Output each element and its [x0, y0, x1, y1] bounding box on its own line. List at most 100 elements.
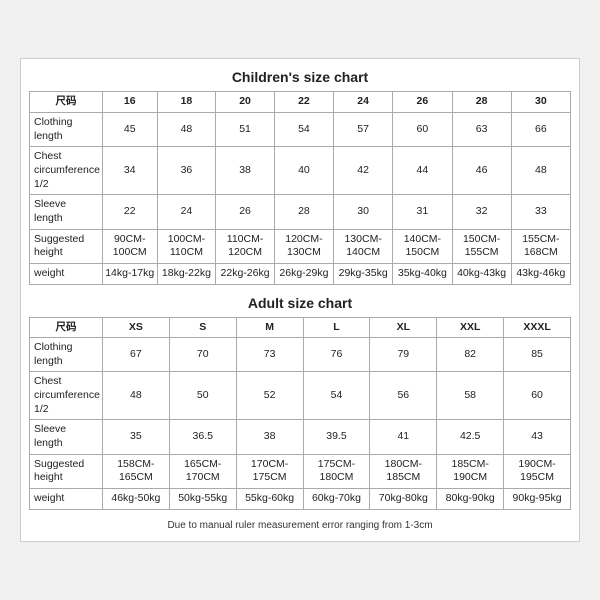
table-cell: 31 — [393, 195, 452, 229]
table-cell: 14kg-17kg — [102, 263, 157, 284]
table-cell: 18kg-22kg — [157, 263, 216, 284]
table-cell: 158CM-165CM — [102, 454, 169, 488]
column-header: 尺码 — [30, 92, 103, 113]
table-cell: 38 — [236, 420, 303, 454]
table-cell: 26 — [216, 195, 274, 229]
table-cell: 63 — [452, 113, 511, 147]
table-row: Suggested height158CM-165CM165CM-170CM 17… — [30, 454, 571, 488]
table-cell: 36.5 — [169, 420, 236, 454]
column-header: 16 — [102, 92, 157, 113]
column-header: XL — [370, 317, 437, 338]
table-cell: 34 — [102, 147, 157, 195]
row-label: Suggested height — [30, 454, 103, 488]
table-cell: 32 — [452, 195, 511, 229]
table-cell: 70 — [169, 338, 236, 372]
table-cell: 190CM-195CM — [504, 454, 571, 488]
column-header: XXXL — [504, 317, 571, 338]
table-cell: 66 — [511, 113, 570, 147]
table-cell: 165CM-170CM — [169, 454, 236, 488]
table-cell: 39.5 — [303, 420, 370, 454]
adult-chart-title: Adult size chart — [29, 295, 571, 311]
table-cell: 180CM-185CM — [370, 454, 437, 488]
table-cell: 48 — [102, 372, 169, 420]
table-row: Suggested height90CM-100CM100CM-110CM110… — [30, 229, 571, 263]
table-cell: 130CM-140CM — [334, 229, 393, 263]
table-cell: 52 — [236, 372, 303, 420]
table-cell: 73 — [236, 338, 303, 372]
column-header: 18 — [157, 92, 216, 113]
row-label: weight — [30, 488, 103, 509]
adult-size-table: 尺码XSSMLXLXXLXXXL Clothing length67707376… — [29, 317, 571, 510]
column-header: 22 — [274, 92, 333, 113]
table-cell: 54 — [274, 113, 333, 147]
table-cell: 100CM-110CM — [157, 229, 216, 263]
row-label: Chest circumference 1/2 — [30, 147, 103, 195]
table-cell: 140CM-150CM — [393, 229, 452, 263]
table-cell: 80kg-90kg — [437, 488, 504, 509]
table-cell: 40kg-43kg — [452, 263, 511, 284]
table-cell: 48 — [157, 113, 216, 147]
column-header: L — [303, 317, 370, 338]
table-cell: 43kg-46kg — [511, 263, 570, 284]
table-row: Clothing length4548515457606366 — [30, 113, 571, 147]
table-cell: 50 — [169, 372, 236, 420]
table-cell: 30 — [334, 195, 393, 229]
column-header: 28 — [452, 92, 511, 113]
table-cell: 58 — [437, 372, 504, 420]
column-header: 30 — [511, 92, 570, 113]
table-cell: 26kg-29kg — [274, 263, 333, 284]
children-chart-title: Children's size chart — [29, 69, 571, 85]
row-label: Sleeve length — [30, 195, 103, 229]
table-row: Chest circumference 1/248505254565860 — [30, 372, 571, 420]
table-cell: 110CM-120CM — [216, 229, 274, 263]
footer-note: Due to manual ruler measurement error ra… — [29, 520, 571, 531]
table-cell: 90kg-95kg — [504, 488, 571, 509]
table-cell: 120CM-130CM — [274, 229, 333, 263]
table-row: Sleeve length2224262830313233 — [30, 195, 571, 229]
children-size-table: 尺码1618202224262830 Clothing length454851… — [29, 91, 571, 284]
table-cell: 44 — [393, 147, 452, 195]
column-header: S — [169, 317, 236, 338]
table-row: weight46kg-50kg50kg-55kg55kg-60kg60kg-70… — [30, 488, 571, 509]
table-row: Chest circumference 1/23436384042444648 — [30, 147, 571, 195]
table-row: Sleeve length3536.53839.54142.543 — [30, 420, 571, 454]
table-cell: 185CM-190CM — [437, 454, 504, 488]
row-label: Suggested height — [30, 229, 103, 263]
table-cell: 22kg-26kg — [216, 263, 274, 284]
table-cell: 76 — [303, 338, 370, 372]
table-cell: 46 — [452, 147, 511, 195]
column-header: XXL — [437, 317, 504, 338]
table-cell: 60 — [393, 113, 452, 147]
row-label: Clothing length — [30, 338, 103, 372]
table-cell: 50kg-55kg — [169, 488, 236, 509]
table-row: Clothing length67707376798285 — [30, 338, 571, 372]
table-cell: 54 — [303, 372, 370, 420]
table-cell: 55kg-60kg — [236, 488, 303, 509]
row-label: Clothing length — [30, 113, 103, 147]
table-cell: 175CM-180CM — [303, 454, 370, 488]
table-cell: 45 — [102, 113, 157, 147]
table-cell: 36 — [157, 147, 216, 195]
table-cell: 155CM-168CM — [511, 229, 570, 263]
row-label: weight — [30, 263, 103, 284]
column-header: 24 — [334, 92, 393, 113]
table-cell: 42 — [334, 147, 393, 195]
column-header: 尺码 — [30, 317, 103, 338]
column-header: XS — [102, 317, 169, 338]
table-cell: 24 — [157, 195, 216, 229]
table-cell: 29kg-35kg — [334, 263, 393, 284]
table-cell: 46kg-50kg — [102, 488, 169, 509]
table-cell: 35 — [102, 420, 169, 454]
table-cell: 35kg-40kg — [393, 263, 452, 284]
table-cell: 40 — [274, 147, 333, 195]
table-cell: 90CM-100CM — [102, 229, 157, 263]
table-cell: 41 — [370, 420, 437, 454]
table-cell: 150CM-155CM — [452, 229, 511, 263]
column-header: M — [236, 317, 303, 338]
table-cell: 85 — [504, 338, 571, 372]
row-label: Sleeve length — [30, 420, 103, 454]
table-cell: 79 — [370, 338, 437, 372]
column-header: 26 — [393, 92, 452, 113]
table-cell: 51 — [216, 113, 274, 147]
table-cell: 70kg-80kg — [370, 488, 437, 509]
